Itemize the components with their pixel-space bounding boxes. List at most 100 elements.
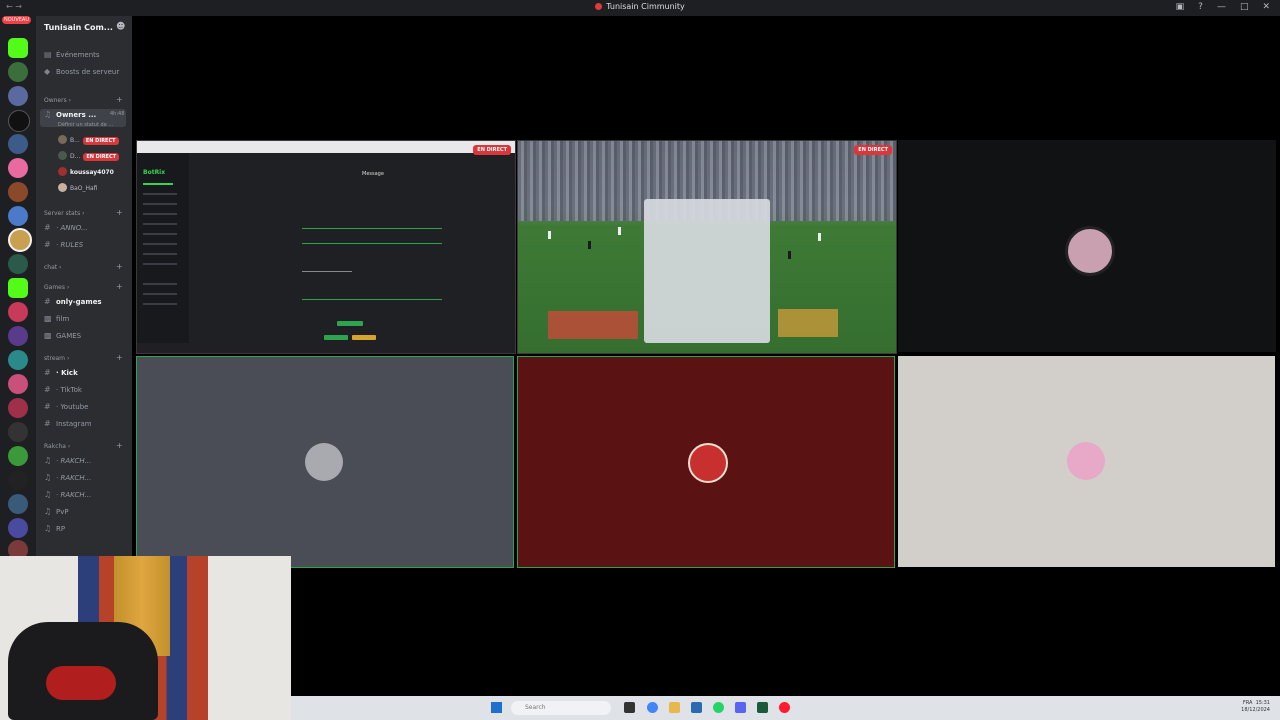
server-icon[interactable] [8,254,28,274]
help-icon[interactable]: ? [1198,2,1203,12]
server-icon[interactable] [8,470,28,490]
boosts-link[interactable]: ◆ Boosts de serveur [44,67,119,76]
participant-tile[interactable] [136,356,514,568]
category-chat[interactable]: chat › [44,264,61,271]
avatar [1065,226,1115,276]
add-member-icon[interactable]: ☻ [116,22,125,32]
voice-status[interactable]: Définir un statut de ... [58,122,113,128]
botrix-main: Message [192,153,512,343]
server-icon[interactable] [8,422,28,442]
voice-channel-pvp[interactable]: ♫ PvP [44,507,69,516]
server-icon[interactable] [8,278,28,298]
add-channel-icon[interactable]: + [116,441,123,450]
slider [302,271,352,272]
live-badge: EN DIRECT [83,153,120,161]
server-icon[interactable] [8,302,28,322]
server-icon[interactable] [8,494,28,514]
category-stream[interactable]: stream › [44,355,69,362]
server-icon[interactable] [8,86,28,106]
speaker-icon: ♫ [44,473,52,482]
boost-icon: ◆ [44,67,51,76]
chrome-icon[interactable] [647,702,658,713]
live-dot-icon [595,3,603,10]
app-icon[interactable] [757,702,768,713]
voice-user[interactable]: BaO_Hafi [58,183,97,192]
category-rakcha[interactable]: Rakcha › [44,443,70,450]
add-channel-icon[interactable]: + [116,95,123,104]
avatar [305,443,343,481]
events-link[interactable]: ▤ Événements [44,50,100,59]
voice-user[interactable]: B... EN DIRECT [58,135,119,145]
voice-channel-rp[interactable]: ♫ RP [44,524,65,533]
channel-kick[interactable]: # · Kick [44,368,78,377]
slider [302,299,442,300]
server-icon[interactable] [8,206,28,226]
channel-only-games[interactable]: # only-games [44,297,102,306]
channel-instagram[interactable]: # Instagram [44,419,92,428]
channel-film[interactable]: ▩ film [44,314,69,323]
server-icon[interactable] [8,326,28,346]
botrix-logo: BotRix [143,169,166,176]
participant-tile[interactable] [898,140,1276,352]
store-icon[interactable] [691,702,702,713]
calendar-icon: ▤ [44,50,52,59]
button-preview [324,335,348,340]
speaker-icon: ♫ [44,507,52,516]
voice-user[interactable]: koussay4070 [58,167,114,176]
stream-tile-game[interactable]: EN DIRECT [517,140,897,354]
opera-icon[interactable] [779,702,790,713]
add-channel-icon[interactable]: + [116,282,123,291]
stream-tile-botrix[interactable]: BotRix Message EN DIRECT [136,140,516,354]
voice-channel-rakch[interactable]: ♫ · RAKCH... [44,490,91,499]
category-games[interactable]: Games › [44,284,69,291]
add-channel-icon[interactable]: + [116,262,123,271]
taskbar-search[interactable]: Search [511,701,611,715]
channel-rules[interactable]: # · RULES [44,240,83,249]
folder-icon[interactable] [669,702,680,713]
discord-icon[interactable] [735,702,746,713]
inbox-icon[interactable]: ▣ [1176,2,1185,12]
hash-icon: # [44,368,51,377]
channel-tiktok[interactable]: # · TikTok [44,385,82,394]
speaker-icon: ♫ [44,524,52,533]
server-icon-kick[interactable] [8,38,28,58]
participant-tile[interactable] [898,356,1275,567]
webcam-overlay [0,556,291,720]
windows-start-icon[interactable] [491,702,502,713]
server-icon[interactable] [8,398,28,418]
add-channel-icon[interactable]: + [116,353,123,362]
avatar [58,167,67,176]
window-title: Tunisain Cimmunity [0,2,1280,11]
add-channel-icon[interactable]: + [116,208,123,217]
voice-channel-rakch[interactable]: ♫ · RAKCH... [44,473,91,482]
server-name[interactable]: Tunisain Com... [44,23,113,32]
server-icon-current[interactable] [8,228,32,252]
server-icon[interactable] [8,374,28,394]
participant-tile[interactable] [517,356,895,568]
channel-games[interactable]: ▩ GAMES [44,331,81,340]
maximize-button[interactable]: □ [1240,2,1249,12]
forum-icon: ▩ [44,314,52,323]
voice-user[interactable]: D... EN DIRECT [58,151,120,161]
minimize-button[interactable]: — [1217,2,1226,12]
voice-channel-rakch[interactable]: ♫ · RAKCH... [44,456,91,465]
category-server-stats[interactable]: Server stats › [44,210,85,217]
server-icon[interactable] [8,182,28,202]
server-icon[interactable] [8,518,28,538]
avatar [688,443,728,483]
server-icon[interactable] [8,62,28,82]
channel-youtube[interactable]: # · Youtube [44,402,88,411]
file-explorer-icon[interactable] [624,702,635,713]
whatsapp-icon[interactable] [713,702,724,713]
server-icon[interactable] [8,134,28,154]
close-button[interactable]: ✕ [1262,2,1270,12]
avatar [58,151,67,160]
hash-icon: # [44,297,51,306]
server-icon[interactable] [8,110,30,132]
category-owners[interactable]: Owners › [44,97,71,104]
channel-anno[interactable]: # · ANNO... [44,223,88,232]
system-tray[interactable]: FRA 15:31 18/12/2024 [1241,700,1270,714]
server-icon[interactable] [8,350,28,370]
server-icon[interactable] [8,158,28,178]
server-icon[interactable] [8,446,28,466]
